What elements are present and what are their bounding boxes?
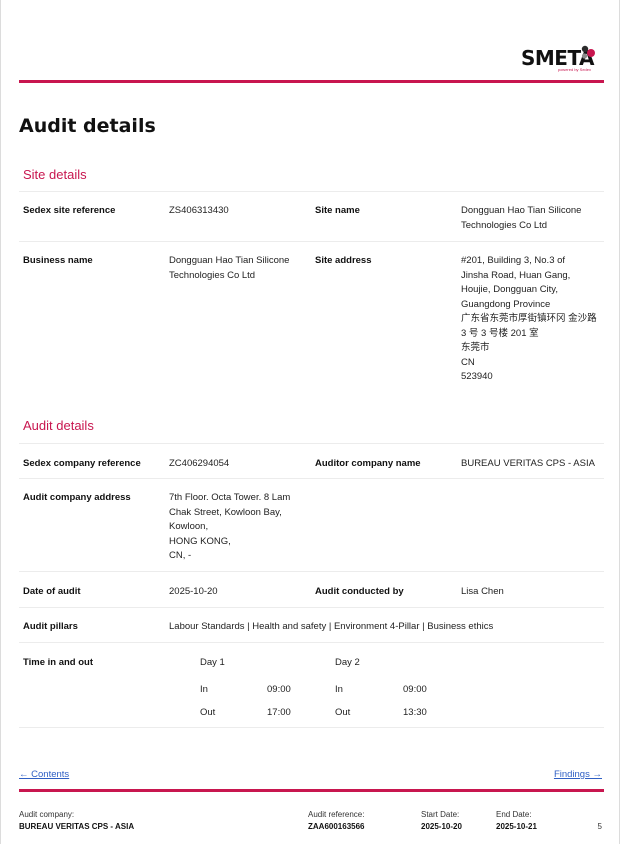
sedex-company-reference-label: Sedex company reference — [23, 458, 141, 469]
site-ref-row: Sedex site reference ZS406313430 Site na… — [19, 191, 604, 241]
auditor-company-name-label: Auditor company name — [315, 458, 421, 469]
footer-start-date-value: 2025-10-20 — [421, 822, 462, 831]
audit-address-row: Audit company address 7th Floor. Octa To… — [19, 478, 604, 571]
time-in-out-label: Time in and out — [23, 657, 94, 668]
address-line: Guangdong Province — [461, 298, 551, 310]
address-line: Houjie, Dongguan City, — [461, 284, 558, 295]
site-address-value: #201, Building 3, No.3 of Jinsha Road, H… — [461, 254, 603, 385]
day2-in-label: In — [335, 684, 343, 695]
address-line: 广东省东莞市厚街镇环冈 金沙路 — [461, 313, 597, 324]
address-line: Chak Street, Kowloon Bay, — [169, 506, 282, 518]
footer-audit-reference-label: Audit reference: — [308, 810, 365, 819]
footer-end-date-label: End Date: — [496, 810, 532, 819]
address-line: CN, - — [169, 550, 192, 561]
audit-pillars-value: Labour Standards | Health and safety | E… — [169, 621, 494, 632]
day2-out-label: Out — [335, 707, 351, 718]
company-ref-row: Sedex company reference ZC406294054 Audi… — [19, 443, 604, 478]
site-name-label: Site name — [315, 205, 360, 216]
day1-label: Day 1 — [200, 657, 225, 668]
day1-in-label: In — [200, 684, 208, 695]
site-name-value: Dongguan Hao Tian Silicone Technologies … — [461, 205, 582, 231]
contents-link[interactable]: ← Contents — [19, 769, 69, 780]
address-line: Kowloon, — [169, 521, 209, 532]
site-details-heading: Site details — [23, 167, 87, 182]
day1-in-value: 09:00 — [267, 684, 291, 695]
sedex-site-reference-value: ZS406313430 — [169, 205, 229, 216]
address-line: 东莞市 — [461, 342, 490, 353]
address-line: 7th Floor. Octa Tower. 8 Lam — [169, 492, 291, 503]
business-name-value: Dongguan Hao Tian Silicone Technologies … — [169, 255, 290, 281]
audit-company-address-label: Audit company address — [23, 492, 131, 503]
auditor-company-name-value: BUREAU VERITAS CPS - ASIA — [461, 458, 595, 469]
address-line: 523940 — [461, 371, 493, 382]
audit-pillars-label: Audit pillars — [23, 621, 78, 632]
audit-conducted-by-label: Audit conducted by — [315, 586, 404, 597]
page-title: Audit details — [19, 115, 156, 137]
footer-start-date-label: Start Date: — [421, 810, 460, 819]
time-row: Time in and out Day 1 In 09:00 Out 17:00… — [19, 642, 604, 728]
sedex-company-reference-value: ZC406294054 — [169, 458, 230, 469]
smeta-logo: SMETA powered by Sedex — [511, 44, 601, 74]
date-of-audit-value: 2025-10-20 — [169, 586, 218, 597]
address-line: #201, Building 3, No.3 of — [461, 255, 566, 266]
footer-audit-company-label: Audit company: — [19, 810, 75, 819]
footer-audit-reference: Audit reference: ZAA600163566 — [308, 809, 364, 833]
audit-company-address-value: 7th Floor. Octa Tower. 8 Lam Chak Street… — [169, 491, 309, 564]
footer-end-date-value: 2025-10-21 — [496, 822, 537, 831]
site-address-label: Site address — [315, 255, 372, 266]
footer-rule — [19, 789, 604, 792]
findings-link[interactable]: Findings → — [554, 769, 602, 780]
audit-conducted-by-value: Lisa Chen — [461, 586, 504, 597]
day1-out-label: Out — [200, 707, 216, 718]
address-line: CN — [461, 356, 475, 368]
logo-dots-icon — [581, 45, 595, 59]
page-number: 5 — [597, 822, 602, 831]
date-of-audit-label: Date of audit — [23, 586, 81, 597]
footer-audit-reference-value: ZAA600163566 — [308, 822, 365, 831]
day2-out-value: 13:30 — [403, 707, 427, 718]
address-line: 3 号 3 号楼 201 室 — [461, 327, 539, 339]
business-name-label: Business name — [23, 255, 93, 266]
header-rule — [19, 80, 604, 83]
audit-details-heading: Audit details — [23, 418, 94, 433]
date-row: Date of audit 2025-10-20 Audit conducted… — [19, 571, 604, 607]
footer-audit-company: Audit company: BUREAU VERITAS CPS - ASIA — [19, 809, 134, 833]
pillars-row: Audit pillars Labour Standards | Health … — [19, 607, 604, 642]
day1-out-value: 17:00 — [267, 707, 291, 718]
footer-end-date: End Date: 2025-10-21 — [496, 809, 537, 833]
footer-start-date: Start Date: 2025-10-20 — [421, 809, 462, 833]
address-line: Jinsha Road, Huan Gang, — [461, 269, 571, 281]
business-row: Business name Dongguan Hao Tian Silicone… — [19, 241, 604, 399]
document-page: SMETA powered by Sedex Audit details Sit… — [0, 0, 620, 844]
sedex-site-reference-label: Sedex site reference — [23, 205, 116, 216]
logo-tagline: powered by Sedex — [557, 67, 591, 72]
day2-in-value: 09:00 — [403, 684, 427, 695]
address-line: HONG KONG, — [169, 535, 231, 547]
day2-label: Day 2 — [335, 657, 360, 668]
footer-audit-company-value: BUREAU VERITAS CPS - ASIA — [19, 822, 135, 831]
